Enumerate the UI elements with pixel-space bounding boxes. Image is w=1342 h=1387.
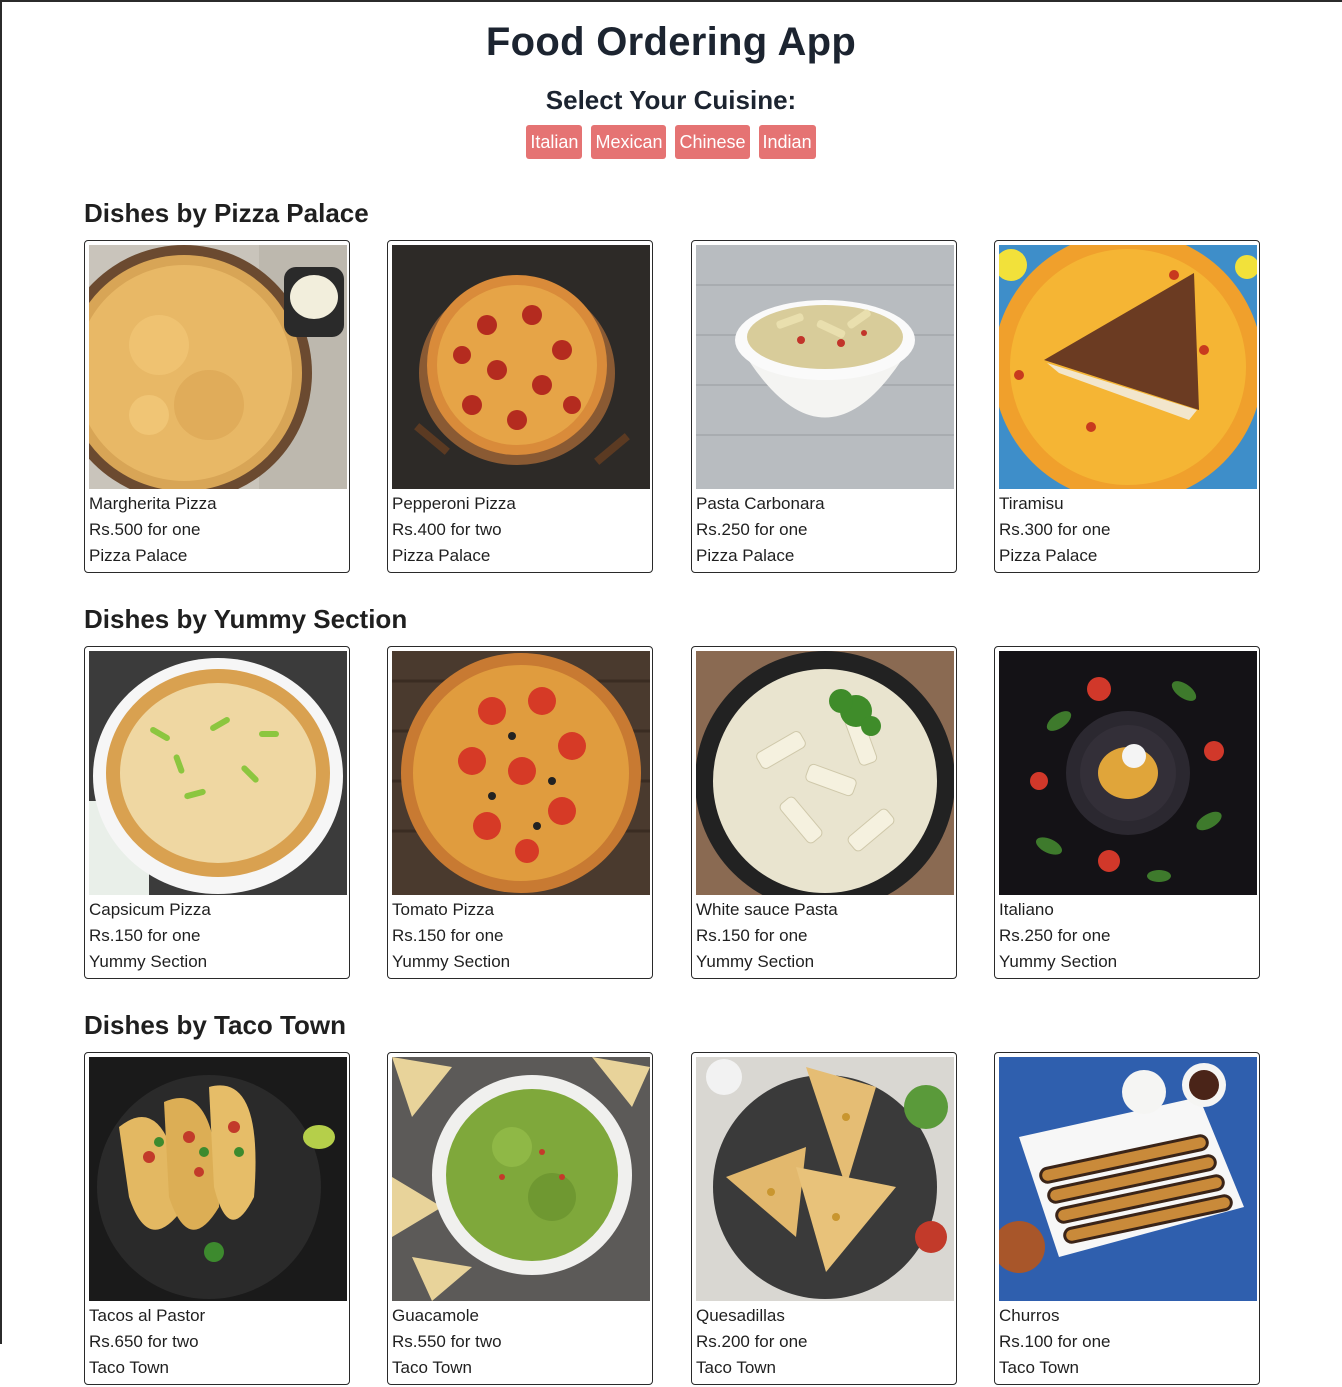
dish-image-white-sauce-pasta xyxy=(696,651,954,895)
cuisine-button-chinese[interactable]: Chinese xyxy=(675,125,750,159)
dish-price: Rs.300 for one xyxy=(999,520,1111,539)
dish-name: Pepperoni Pizza xyxy=(392,494,516,513)
dish-card[interactable]: Italiano Rs.250 for one Yummy Section xyxy=(994,646,1260,979)
dish-image-churros xyxy=(999,1057,1257,1301)
dish-image-pasta-bowl xyxy=(696,245,954,489)
dish-price: Rs.150 for one xyxy=(392,926,504,945)
dish-name: Italiano xyxy=(999,900,1054,919)
dish-image-pepperoni-pizza xyxy=(392,245,650,489)
dish-price: Rs.500 for one xyxy=(89,520,201,539)
dish-card[interactable]: Tomato Pizza Rs.150 for one Yummy Sectio… xyxy=(387,646,653,979)
dish-card[interactable]: Churros Rs.100 for one Taco Town xyxy=(994,1052,1260,1385)
dish-row-yummy-section: Capsicum Pizza Rs.150 for one Yummy Sect… xyxy=(84,646,1263,981)
dish-card[interactable]: Guacamole Rs.550 for two Taco Town xyxy=(387,1052,653,1385)
dish-restaurant: Yummy Section xyxy=(392,952,511,971)
cuisine-button-mexican[interactable]: Mexican xyxy=(591,125,667,159)
dish-card[interactable]: Margherita Pizza Rs.500 for one Pizza Pa… xyxy=(84,240,350,573)
dish-restaurant: Yummy Section xyxy=(89,952,208,971)
dish-price: Rs.150 for one xyxy=(89,926,201,945)
window-left-border xyxy=(0,0,2,1344)
dish-card[interactable]: Tacos al Pastor Rs.650 for two Taco Town xyxy=(84,1052,350,1385)
dish-price: Rs.550 for two xyxy=(392,1332,502,1351)
dish-restaurant: Pizza Palace xyxy=(89,546,188,565)
dish-image-tomato-pizza xyxy=(392,651,650,895)
dish-image-guacamole xyxy=(392,1057,650,1301)
dish-name: Tacos al Pastor xyxy=(89,1306,206,1325)
dish-restaurant: Yummy Section xyxy=(696,952,815,971)
dish-image-italiano-plate xyxy=(999,651,1257,895)
dish-price: Rs.400 for two xyxy=(392,520,502,539)
dish-image-quesadillas xyxy=(696,1057,954,1301)
dish-image-capsicum-pizza xyxy=(89,651,347,895)
dish-name: Margherita Pizza xyxy=(89,494,217,513)
dish-restaurant: Taco Town xyxy=(392,1358,473,1377)
cuisine-heading: Select Your Cuisine: xyxy=(545,85,797,115)
dish-price: Rs.150 for one xyxy=(696,926,808,945)
dish-card[interactable]: Pasta Carbonara Rs.250 for one Pizza Pal… xyxy=(691,240,957,573)
dish-card[interactable]: Capsicum Pizza Rs.150 for one Yummy Sect… xyxy=(84,646,350,979)
dish-restaurant: Pizza Palace xyxy=(392,546,491,565)
dish-price: Rs.650 for two xyxy=(89,1332,199,1351)
dish-name: Tiramisu xyxy=(999,494,1064,513)
dish-image-cheese-pizza xyxy=(89,245,347,489)
dish-card[interactable]: Tiramisu Rs.300 for one Pizza Palace xyxy=(994,240,1260,573)
dish-restaurant: Pizza Palace xyxy=(696,546,795,565)
window-top-border xyxy=(0,0,1342,2)
dish-name: Quesadillas xyxy=(696,1306,785,1325)
dish-restaurant: Pizza Palace xyxy=(999,546,1098,565)
dish-price: Rs.250 for one xyxy=(696,520,808,539)
dish-name: White sauce Pasta xyxy=(696,900,838,919)
cuisine-selector: Italian Mexican Chinese Indian xyxy=(0,125,1342,159)
dish-card[interactable]: Pepperoni Pizza Rs.400 for two Pizza Pal… xyxy=(387,240,653,573)
dish-restaurant: Taco Town xyxy=(89,1358,170,1377)
dish-card[interactable]: Quesadillas Rs.200 for one Taco Town xyxy=(691,1052,957,1385)
section-title-taco-town: Dishes by Taco Town xyxy=(84,1010,346,1040)
dish-restaurant: Taco Town xyxy=(999,1358,1080,1377)
dish-image-tacos xyxy=(89,1057,347,1301)
dish-name: Tomato Pizza xyxy=(392,900,495,919)
dish-card[interactable]: White sauce Pasta Rs.150 for one Yummy S… xyxy=(691,646,957,979)
section-title-pizza-palace: Dishes by Pizza Palace xyxy=(84,198,369,228)
dish-name: Guacamole xyxy=(392,1306,479,1325)
dish-row-taco-town: Tacos al Pastor Rs.650 for two Taco Town… xyxy=(84,1052,1263,1387)
dish-name: Churros xyxy=(999,1306,1060,1325)
dish-restaurant: Taco Town xyxy=(696,1358,777,1377)
dish-restaurant: Yummy Section xyxy=(999,952,1118,971)
app-title: Food Ordering App xyxy=(485,20,857,64)
cuisine-button-italian[interactable]: Italian xyxy=(526,125,583,159)
dish-row-pizza-palace: Margherita Pizza Rs.500 for one Pizza Pa… xyxy=(84,240,1263,575)
dish-price: Rs.250 for one xyxy=(999,926,1111,945)
dish-name: Capsicum Pizza xyxy=(89,900,211,919)
section-title-yummy-section: Dishes by Yummy Section xyxy=(84,604,408,634)
dish-price: Rs.200 for one xyxy=(696,1332,808,1351)
dish-price: Rs.100 for one xyxy=(999,1332,1111,1351)
cuisine-button-indian[interactable]: Indian xyxy=(758,125,816,159)
dish-image-tiramisu xyxy=(999,245,1257,489)
dish-name: Pasta Carbonara xyxy=(696,494,825,513)
